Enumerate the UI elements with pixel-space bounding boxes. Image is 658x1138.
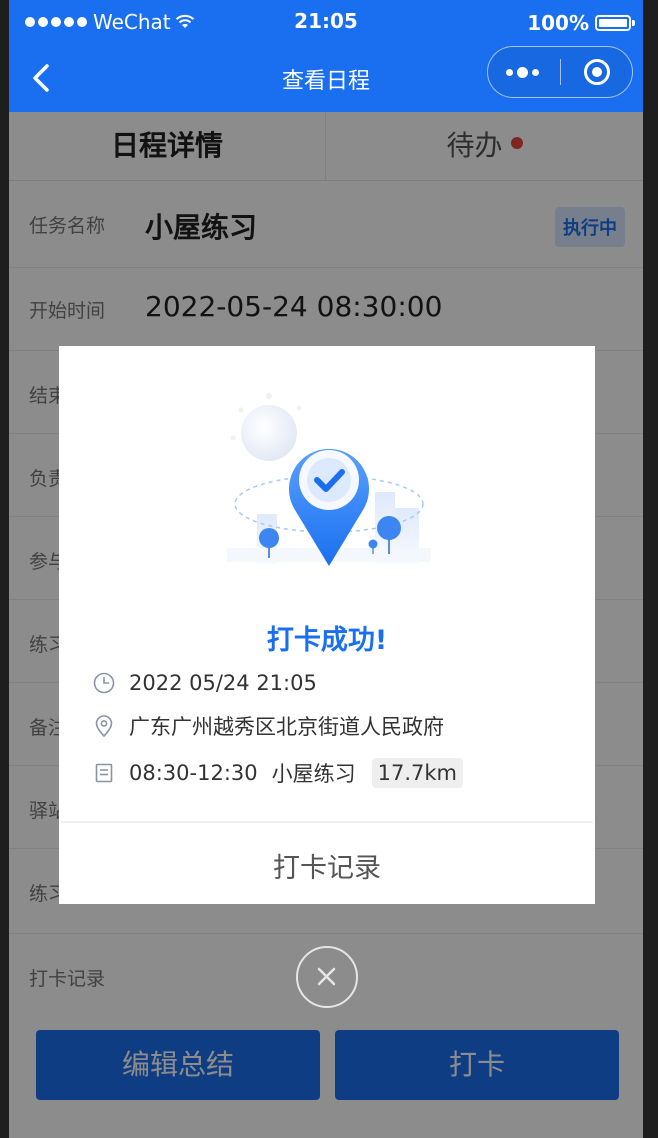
battery-percent: 100% — [527, 11, 589, 35]
document-icon — [95, 763, 113, 783]
task-name: 小屋练习 — [271, 762, 356, 786]
modal-divider — [61, 821, 593, 823]
distance-badge: 17.7km — [371, 758, 464, 788]
top-bar: WeChat 21:05 100% 查看日程 — [9, 0, 643, 112]
target-icon[interactable] — [583, 58, 611, 86]
battery: 100% — [527, 11, 635, 35]
status-bar: WeChat 21:05 100% — [9, 0, 643, 44]
info-datetime: 2022 05/24 21:05 — [93, 666, 317, 700]
location-check-illustration — [227, 393, 431, 566]
close-icon — [317, 967, 336, 986]
checkin-datetime: 2022 05/24 21:05 — [129, 671, 317, 695]
checkin-success-modal: 打卡成功! 2022 05/24 21:05 广东广州越秀区北京街道人民政府 0… — [59, 346, 595, 904]
location-pin-icon — [95, 715, 113, 737]
nav-bar: 查看日程 — [9, 44, 643, 112]
checkin-success-title: 打卡成功! — [266, 625, 388, 656]
checkin-record-link[interactable]: 打卡记录 — [59, 846, 595, 885]
close-modal-button[interactable] — [296, 946, 358, 1008]
info-task: 08:30-12:30 小屋练习 17.7km — [93, 756, 464, 790]
more-dots-icon[interactable] — [506, 64, 546, 80]
clock-icon — [93, 672, 115, 694]
checkin-location: 广东广州越秀区北京街道人民政府 — [129, 715, 444, 739]
task-time-range: 08:30-12:30 — [129, 761, 258, 785]
mini-program-capsule — [487, 46, 633, 98]
battery-icon — [595, 15, 631, 31]
info-location: 广东广州越秀区北京街道人民政府 — [93, 709, 444, 743]
